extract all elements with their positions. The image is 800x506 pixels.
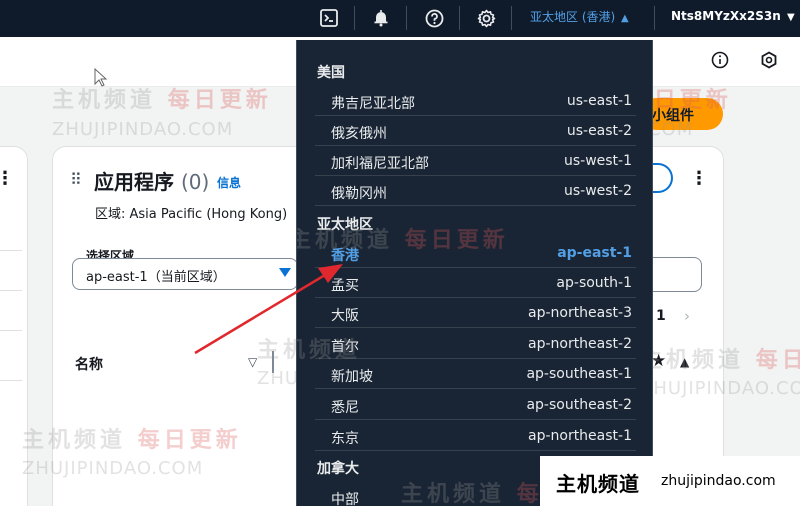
annotation-arrow-icon — [194, 264, 343, 355]
mouse-cursor-icon — [94, 68, 108, 87]
brand-badge: 主机频道 zhujipindao.com — [540, 456, 800, 506]
brand-url: zhujipindao.com — [661, 473, 776, 489]
brand-name: 主机频道 — [556, 472, 640, 496]
